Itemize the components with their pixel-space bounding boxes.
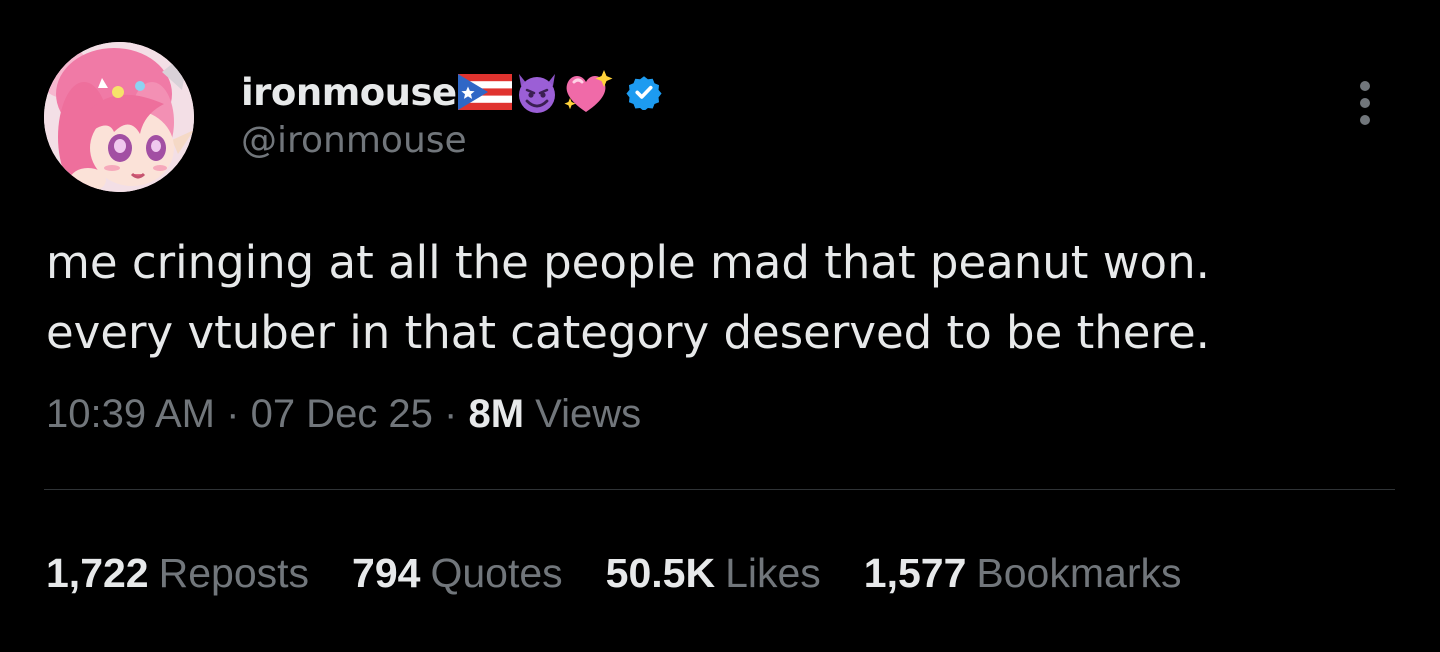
tweet: ironmouse @ironmouse me cringing at all … (0, 0, 1440, 652)
reposts-label: Reposts (158, 550, 310, 596)
puerto-rico-flag-icon (457, 74, 512, 110)
sparkling-heart-emoji-icon (562, 68, 614, 116)
divider (44, 489, 1395, 490)
tweet-meta: 10:39 AM · 07 Dec 25 · 8M Views (46, 392, 641, 437)
bookmarks-count: 1,577 (863, 550, 967, 596)
views-label[interactable]: Views (535, 392, 641, 436)
avatar[interactable] (44, 42, 194, 192)
author-name-row[interactable]: ironmouse (241, 66, 662, 118)
engagement-stats: 1,722 Reposts 794 Quotes 50.5K Likes 1,577 B… (46, 550, 1181, 597)
anime-avatar-icon (44, 42, 194, 192)
tweet-text: me cringing at all the people mad that p… (46, 228, 1406, 368)
bookmarks-label: Bookmarks (976, 550, 1182, 596)
likes-count: 50.5K (605, 550, 716, 596)
handle[interactable]: @ironmouse (241, 120, 467, 161)
more-vertical-icon (1360, 81, 1370, 125)
meta-separator: · (444, 392, 469, 436)
views-count[interactable]: 8M (468, 392, 535, 436)
reposts-count: 1,722 (46, 550, 149, 596)
display-name[interactable]: ironmouse (241, 71, 457, 114)
tweet-date[interactable]: 07 Dec 25 (251, 392, 433, 436)
quotes-label: Quotes (430, 550, 563, 596)
verified-badge-icon (626, 74, 662, 110)
likes-stat[interactable]: 50.5K Likes (606, 550, 821, 597)
tweet-time[interactable]: 10:39 AM (46, 392, 215, 436)
quotes-count: 794 (352, 550, 421, 596)
meta-separator: · (226, 392, 251, 436)
tweet-text-line: every vtuber in that category deserved t… (46, 306, 1210, 359)
reposts-stat[interactable]: 1,722 Reposts (46, 550, 309, 597)
quotes-stat[interactable]: 794 Quotes (352, 550, 563, 597)
more-button[interactable] (1347, 78, 1383, 128)
tweet-text-line: me cringing at all the people mad that p… (46, 236, 1210, 289)
smiling-devil-emoji-icon (513, 68, 561, 116)
bookmarks-stat[interactable]: 1,577 Bookmarks (864, 550, 1182, 597)
likes-label: Likes (725, 550, 821, 596)
